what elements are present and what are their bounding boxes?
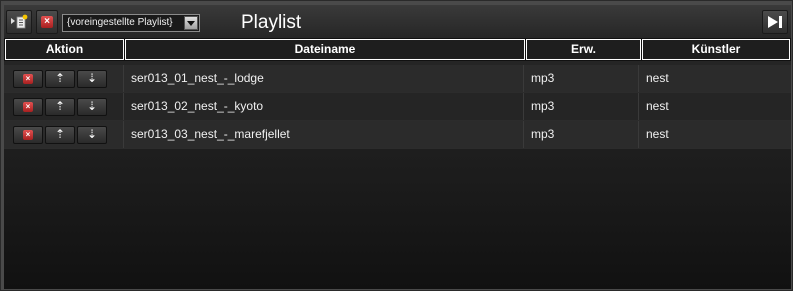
chevron-down-icon[interactable]	[184, 16, 198, 30]
filename-cell[interactable]: ser013_03_nest_-_marefjellet	[124, 121, 524, 148]
filename-cell[interactable]: ser013_01_nest_-_lodge	[124, 65, 524, 92]
move-up-button[interactable]: ⇡	[45, 69, 75, 88]
page-title: Playlist	[241, 12, 302, 33]
column-header-aktion[interactable]: Aktion	[5, 39, 124, 60]
column-header-dateiname[interactable]: Dateiname	[125, 39, 525, 60]
table-row[interactable]: × ⇡ ⇣ ser013_03_nest_-_marefjellet mp3 n…	[4, 121, 791, 149]
row-actions: × ⇡ ⇣	[4, 93, 124, 120]
arrow-up-icon: ⇡	[54, 127, 66, 141]
playlist-select-value: {voreingestellte Playlist}	[67, 17, 173, 28]
playlist-select[interactable]: {voreingestellte Playlist}	[62, 14, 200, 32]
table-header: Aktion Dateiname Erw. Künstler	[4, 38, 791, 61]
column-header-kuenstler[interactable]: Künstler	[642, 39, 790, 60]
arrow-down-icon: ⇣	[86, 127, 98, 141]
column-header-erw[interactable]: Erw.	[526, 39, 641, 60]
table-row[interactable]: × ⇡ ⇣ ser013_02_nest_-_kyoto mp3 nest	[4, 93, 791, 121]
arrow-down-icon: ⇣	[86, 71, 98, 85]
move-down-button[interactable]: ⇣	[77, 125, 107, 144]
row-actions: × ⇡ ⇣	[4, 121, 124, 148]
arrow-up-icon: ⇡	[54, 99, 66, 113]
delete-x-icon: ×	[23, 129, 33, 140]
artist-cell[interactable]: nest	[639, 93, 787, 120]
artist-cell[interactable]: nest	[639, 121, 787, 148]
remove-button[interactable]: ×	[13, 69, 43, 88]
toolbar: × {voreingestellte Playlist} Playlist	[4, 5, 791, 38]
table-row[interactable]: × ⇡ ⇣ ser013_01_nest_-_lodge mp3 nest	[4, 65, 791, 93]
skip-next-button[interactable]	[762, 10, 788, 34]
delete-x-icon: ×	[23, 101, 33, 112]
delete-x-icon: ×	[41, 16, 53, 28]
playlist-table: Aktion Dateiname Erw. Künstler × ⇡ ⇣ ser…	[4, 38, 791, 289]
new-playlist-icon	[11, 14, 28, 29]
move-up-button[interactable]: ⇡	[45, 97, 75, 116]
playlist-window: × {voreingestellte Playlist} Playlist Ak…	[0, 0, 793, 291]
extension-cell[interactable]: mp3	[524, 93, 639, 120]
artist-cell[interactable]: nest	[639, 65, 787, 92]
remove-button[interactable]: ×	[13, 125, 43, 144]
skip-next-icon	[768, 16, 782, 28]
extension-cell[interactable]: mp3	[524, 121, 639, 148]
move-down-button[interactable]: ⇣	[77, 69, 107, 88]
new-playlist-button[interactable]	[6, 10, 32, 34]
extension-cell[interactable]: mp3	[524, 65, 639, 92]
remove-button[interactable]: ×	[13, 97, 43, 116]
clear-playlist-button[interactable]: ×	[36, 10, 58, 34]
move-up-button[interactable]: ⇡	[45, 125, 75, 144]
filename-cell[interactable]: ser013_02_nest_-_kyoto	[124, 93, 524, 120]
arrow-down-icon: ⇣	[86, 99, 98, 113]
move-down-button[interactable]: ⇣	[77, 97, 107, 116]
delete-x-icon: ×	[23, 73, 33, 84]
row-actions: × ⇡ ⇣	[4, 65, 124, 92]
arrow-up-icon: ⇡	[54, 71, 66, 85]
